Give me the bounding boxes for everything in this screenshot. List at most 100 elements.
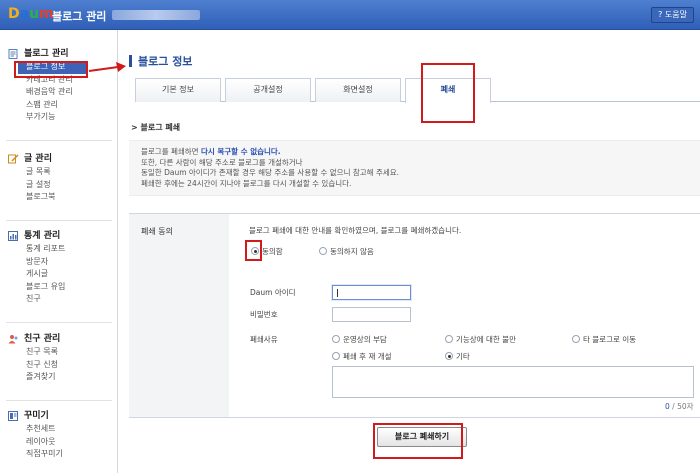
notice-highlight: 다시 복구할 수 없습니다.: [200, 147, 281, 156]
char-counter: 0 / 50자: [665, 401, 694, 412]
close-form: 폐쇄 동의 블로그 폐쇄에 대한 안내를 확인하였으며, 블로그를 폐쇄하겠습니…: [129, 213, 700, 418]
sidebar-item-friend-requests[interactable]: 친구 신청: [0, 359, 118, 372]
notice-line: 블로그를 폐쇄하면 다시 복구할 수 없습니다.: [141, 147, 281, 156]
sidebar-group-blog: 블로그 관리 블로그 정보 카테고리 관리 배경음악 관리 스팸 관리 부가기능: [0, 47, 118, 124]
password-input[interactable]: [332, 307, 411, 322]
sidebar-group-title[interactable]: 블로그 관리: [0, 47, 118, 61]
text-caret: [337, 289, 338, 297]
radio-unchecked-icon[interactable]: [319, 247, 327, 255]
annotation-highlight-box: [421, 63, 475, 123]
annotation-highlight-box: [373, 423, 463, 459]
sidebar-item-stats-report[interactable]: 통계 리포트: [0, 243, 118, 256]
help-button[interactable]: ? 도움말: [651, 7, 694, 23]
daum-logo[interactable]: Daum: [8, 6, 54, 22]
sidebar-item-post-settings[interactable]: 글 설정: [0, 179, 118, 192]
top-bar: Daum 블로그 관리 ? 도움말: [0, 0, 700, 30]
reason-option-label: 타 블로그로 이동: [583, 335, 637, 344]
sidebar-item-friend-stats[interactable]: 친구: [0, 293, 118, 306]
password-label: 비밀번호: [250, 310, 278, 319]
disagree-radio-label: 동의하지 않음: [330, 247, 374, 256]
reason-label: 폐쇄사유: [250, 335, 278, 344]
sidebar-group-decorate: 꾸미기 추천세트 레이아웃 직접꾸미기: [0, 409, 118, 461]
sidebar-item-inflow[interactable]: 블로그 유입: [0, 281, 118, 294]
people-icon: [8, 335, 18, 344]
sidebar-item-bgm[interactable]: 배경음악 관리: [0, 86, 118, 99]
sidebar-group-label: 글 관리: [24, 154, 52, 164]
sidebar-item-addons[interactable]: 부가기능: [0, 111, 118, 124]
agree-statement: 블로그 폐쇄에 대한 안내를 확인하였으며, 블로그를 폐쇄하겠습니다.: [249, 226, 462, 235]
reason-option[interactable]: 폐쇄 후 재 개설: [332, 351, 392, 362]
main-content: 블로그 정보 기본 정보 공개설정 화면설정 폐쇄 > 블로그 폐쇄 블로그를 …: [119, 30, 700, 473]
sidebar-item-post-list[interactable]: 글 목록: [0, 166, 118, 179]
radio-unchecked-icon[interactable]: [445, 335, 453, 343]
agree-radio-label: 동의함: [262, 247, 283, 256]
daum-id-input[interactable]: [332, 285, 411, 300]
radio-checked-icon[interactable]: [445, 352, 453, 360]
reason-option-label: 운영상의 부담: [343, 335, 387, 344]
blurred-blog-name: [112, 10, 200, 20]
reason-option[interactable]: 운영상의 부담: [332, 334, 387, 345]
chart-icon: [8, 231, 18, 241]
radio-unchecked-icon[interactable]: [332, 352, 340, 360]
layout-icon: [8, 411, 18, 421]
sidebar-divider: [6, 400, 112, 401]
annotation-highlight-box: [14, 61, 88, 78]
sidebar-item-custom-design[interactable]: 직접꾸미기: [0, 448, 118, 461]
radio-unchecked-icon[interactable]: [572, 335, 580, 343]
reason-option[interactable]: 기능상에 대한 불만: [445, 334, 516, 345]
page-title-marker: [129, 55, 132, 67]
logo-letter: u: [29, 6, 40, 22]
radio-unchecked-icon[interactable]: [332, 335, 340, 343]
sidebar-group-label: 통계 관리: [24, 231, 61, 241]
sidebar-group-label: 친구 관리: [24, 334, 61, 344]
section-title: > 블로그 폐쇄: [131, 123, 181, 132]
sidebar-group-title[interactable]: 통계 관리: [0, 229, 118, 243]
sidebar-group-posts: 글 관리 글 목록 글 설정 블로그북: [0, 152, 118, 204]
sidebar-group-title[interactable]: 꾸미기: [0, 409, 118, 423]
sidebar-divider: [6, 220, 112, 221]
app-title: 블로그 관리: [52, 10, 107, 23]
form-label-column: 폐쇄 동의: [129, 214, 229, 417]
daum-id-label: Daum 아이디: [250, 288, 296, 297]
reason-option-other[interactable]: 기타: [445, 351, 470, 362]
document-icon: [8, 49, 18, 59]
close-notice: 블로그를 폐쇄하면 다시 복구할 수 없습니다. 또한, 다른 사람이 해당 주…: [129, 140, 700, 196]
logo-letter: a: [19, 6, 30, 22]
logo-letter: D: [8, 6, 20, 22]
disagree-radio[interactable]: 동의하지 않음: [319, 246, 374, 257]
sidebar-item-visitors[interactable]: 방문자: [0, 256, 118, 269]
page-title: 블로그 정보: [138, 55, 193, 68]
reason-option-label: 폐쇄 후 재 개설: [343, 352, 392, 361]
sidebar-item-friend-list[interactable]: 친구 목록: [0, 346, 118, 359]
agree-row-label: 폐쇄 동의: [141, 227, 173, 236]
sidebar-group-label: 꾸미기: [24, 411, 49, 421]
sidebar: 블로그 관리 블로그 정보 카테고리 관리 배경음악 관리 스팸 관리 부가기능…: [0, 30, 118, 473]
sidebar-item-layout[interactable]: 레이아웃: [0, 436, 118, 449]
reason-textarea[interactable]: [332, 366, 694, 398]
annotation-arrow-icon: [88, 62, 126, 72]
notice-line: 폐쇄한 후에는 24시간이 지나야 블로그를 다시 개설할 수 있습니다.: [141, 178, 352, 188]
sidebar-group-title[interactable]: 글 관리: [0, 152, 118, 166]
sidebar-item-spam[interactable]: 스팸 관리: [0, 99, 118, 112]
char-limit: / 50자: [669, 402, 694, 411]
sidebar-divider: [6, 140, 112, 141]
annotation-highlight-box: [245, 240, 262, 261]
sidebar-item-blogbook[interactable]: 블로그북: [0, 191, 118, 204]
sidebar-group-label: 블로그 관리: [24, 49, 69, 59]
reason-option[interactable]: 타 블로그로 이동: [572, 334, 636, 345]
tab-privacy[interactable]: 공개설정: [225, 78, 311, 102]
tab-display[interactable]: 화면설정: [315, 78, 401, 102]
sidebar-group-title[interactable]: 친구 관리: [0, 332, 118, 346]
sidebar-item-recommended-sets[interactable]: 추천세트: [0, 423, 118, 436]
sidebar-item-posts-stats[interactable]: 게시글: [0, 268, 118, 281]
pencil-icon: [8, 154, 19, 164]
notice-line: 동일한 Daum 아이디가 존재할 경우 해당 주소를 사용할 수 없으니 참고…: [141, 168, 400, 177]
reason-option-label: 기능상에 대한 불만: [456, 335, 516, 344]
notice-line: 또한, 다른 사람이 해당 주소로 블로그를 개설하거나: [141, 157, 303, 167]
reason-option-label: 기타: [456, 352, 470, 361]
tab-bar: 기본 정보 공개설정 화면설정 폐쇄: [135, 78, 700, 103]
sidebar-divider: [6, 322, 112, 323]
sidebar-group-friends: 친구 관리 친구 목록 친구 신청 즐겨찾기: [0, 332, 118, 384]
sidebar-item-favorites[interactable]: 즐겨찾기: [0, 371, 118, 384]
tab-basic-info[interactable]: 기본 정보: [135, 78, 221, 102]
